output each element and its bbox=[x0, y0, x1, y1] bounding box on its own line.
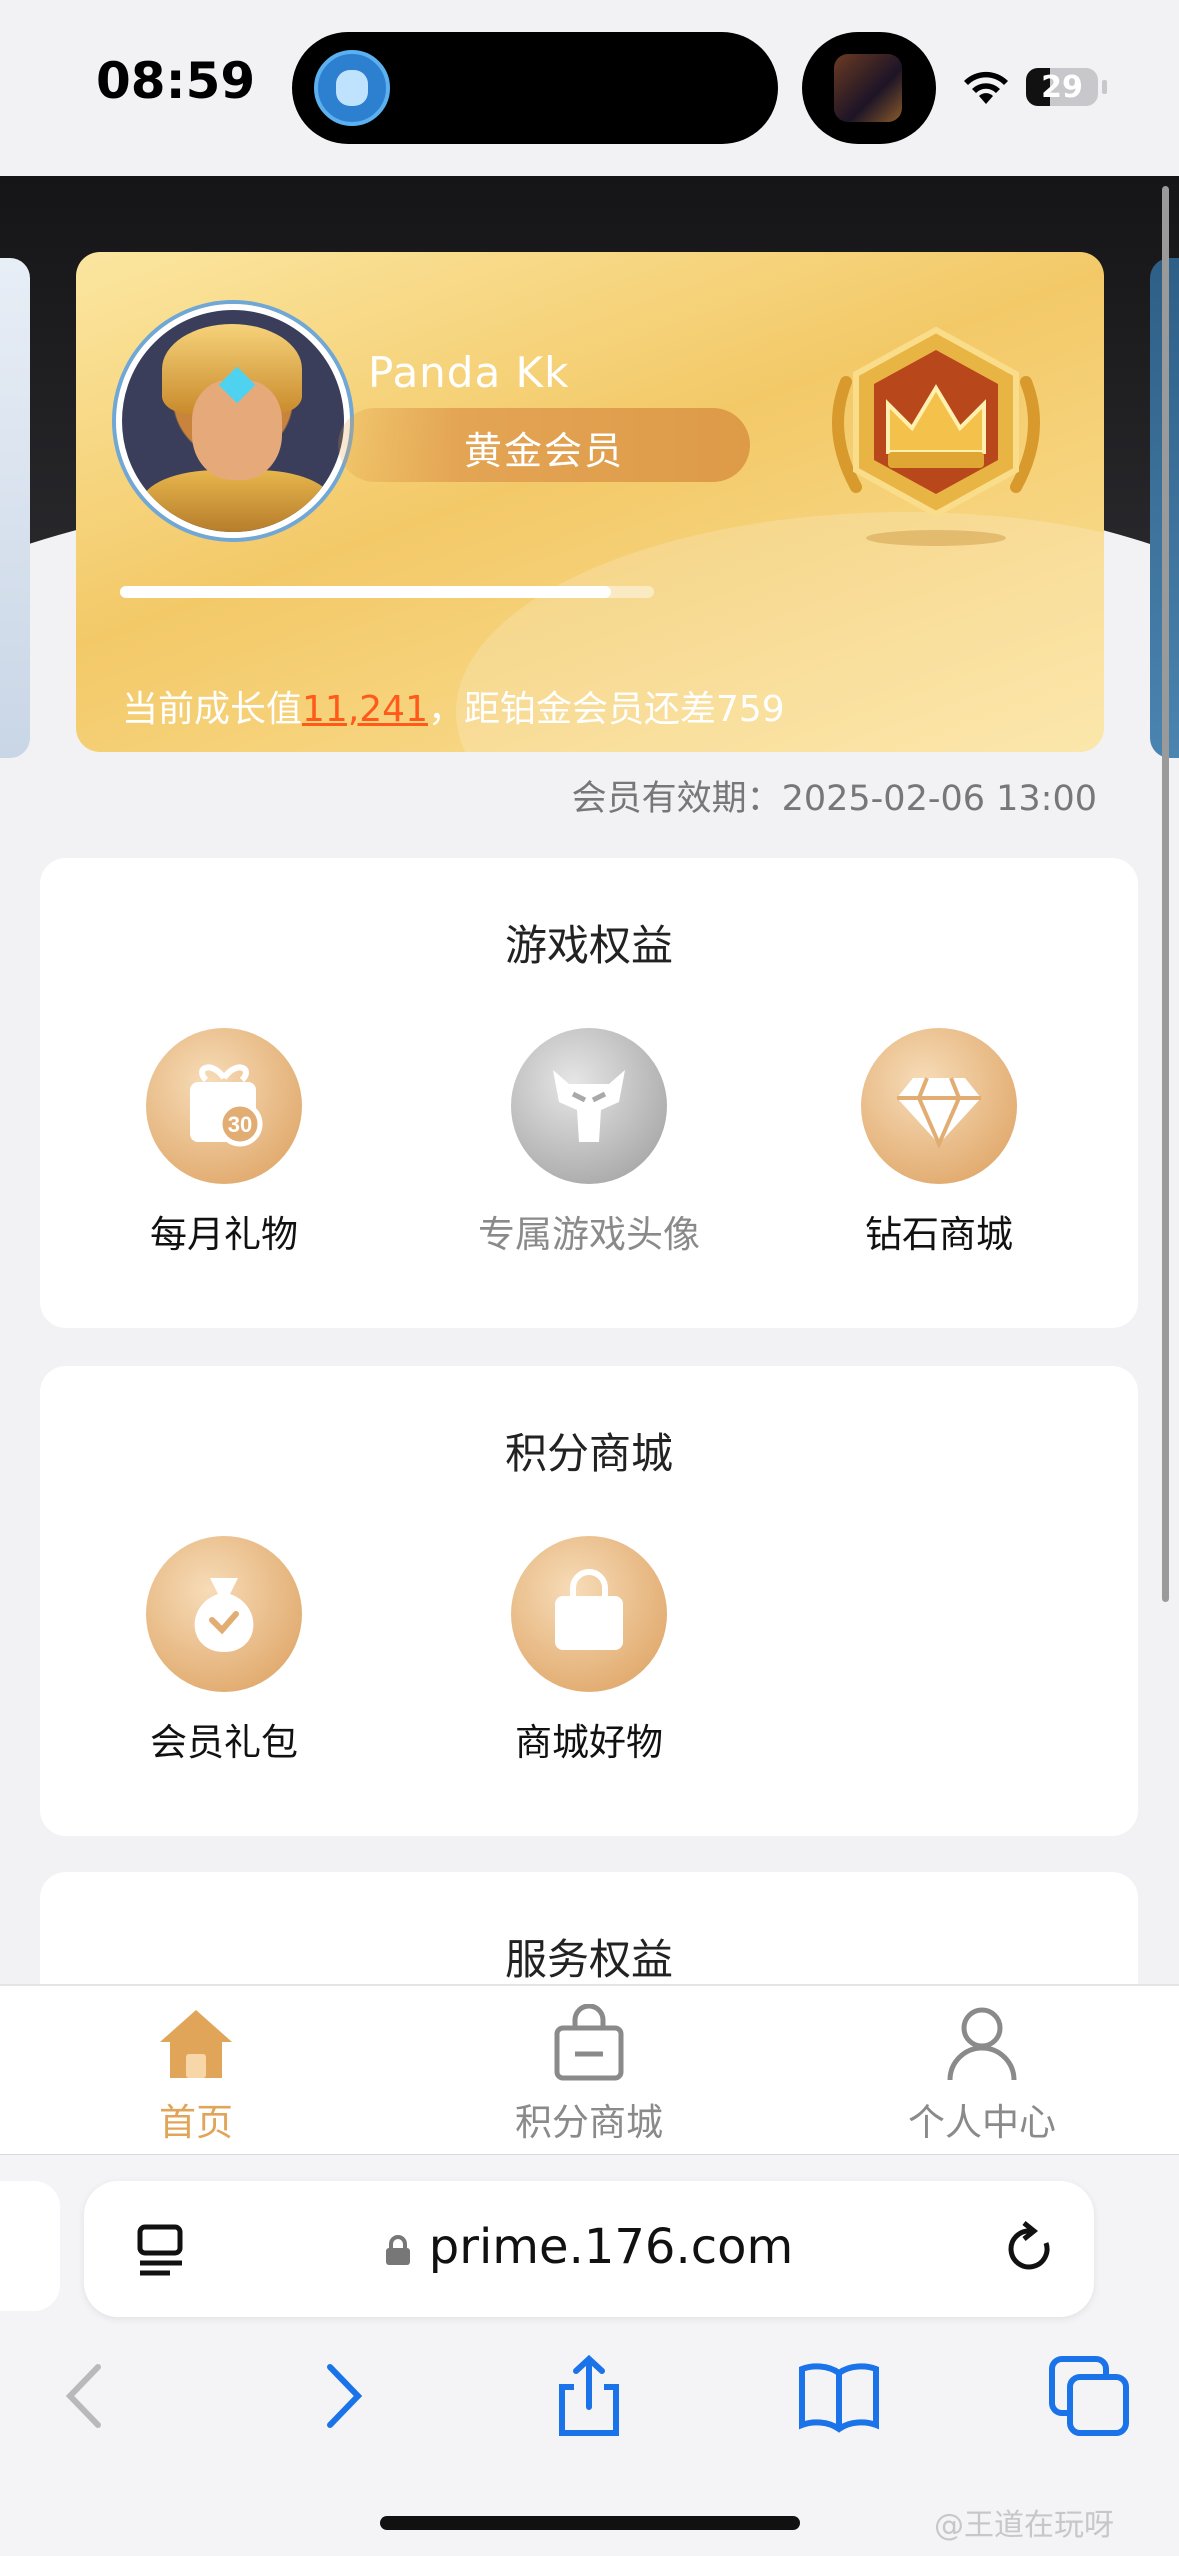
item-label: 会员礼包 bbox=[150, 1721, 298, 1764]
share-icon[interactable] bbox=[544, 2351, 634, 2441]
growth-value-link[interactable]: 11,241 bbox=[302, 689, 428, 730]
diamond-mall-item[interactable]: 钻石商城 bbox=[789, 1028, 1089, 1258]
status-bar: 08:59 29 bbox=[0, 0, 1179, 176]
money-bag-icon bbox=[146, 1536, 302, 1692]
scrollbar[interactable] bbox=[1162, 186, 1169, 1602]
svg-text:30: 30 bbox=[228, 1112, 252, 1137]
tab-points-mall[interactable]: 积分商城 bbox=[439, 2003, 739, 2146]
section-title: 游戏权益 bbox=[504, 921, 673, 970]
dynamic-island-secondary[interactable] bbox=[802, 32, 936, 144]
app-activity-icon[interactable] bbox=[314, 50, 390, 126]
points-mall-section: 积分商城 会员礼包 商城好物 bbox=[40, 1366, 1138, 1836]
tab-label: 个人中心 bbox=[908, 2101, 1056, 2144]
bookmarks-icon[interactable] bbox=[794, 2351, 884, 2441]
growth-status: 当前成长值11,241，距铂金会员还差759 bbox=[122, 689, 785, 730]
item-label: 钻石商城 bbox=[865, 1213, 1013, 1256]
forward-icon[interactable] bbox=[296, 2351, 386, 2441]
diamond-icon bbox=[861, 1028, 1017, 1184]
item-label: 每月礼物 bbox=[150, 1213, 298, 1256]
mall-goods-item[interactable]: 商城好物 bbox=[439, 1536, 739, 1766]
tab-label: 积分商城 bbox=[515, 2101, 663, 2144]
back-icon[interactable] bbox=[42, 2351, 132, 2441]
level-badge: 黄金会员 bbox=[338, 408, 750, 482]
browser-toolbar: prime.176.com bbox=[0, 2154, 1179, 2556]
game-benefits-section: 游戏权益 30 每月礼物 专属游戏头像 钻石商城 bbox=[40, 858, 1138, 1328]
gold-crown-icon bbox=[832, 326, 1040, 546]
item-label: 商城好物 bbox=[515, 1721, 663, 1764]
wifi-icon bbox=[964, 71, 1008, 104]
growth-progress-fill bbox=[120, 586, 612, 598]
section-title: 积分商城 bbox=[504, 1429, 673, 1478]
previous-level-card[interactable] bbox=[0, 258, 30, 758]
previous-tab-preview[interactable] bbox=[0, 2181, 60, 2311]
tab-label: 首页 bbox=[159, 2101, 233, 2144]
reload-icon[interactable] bbox=[1002, 2221, 1058, 2277]
membership-card[interactable]: 黄金会员 Panda Kk 当前成长值11,241，距铂金会员还差759 bbox=[76, 252, 1104, 752]
section-title: 服务权益 bbox=[504, 1935, 673, 1984]
growth-progress-bar bbox=[120, 586, 654, 598]
address-bar[interactable]: prime.176.com bbox=[84, 2181, 1094, 2317]
home-icon bbox=[160, 2010, 232, 2078]
app-tab-bar: 首页 积分商城 个人中心 bbox=[0, 1984, 1179, 2154]
battery-level: 29 bbox=[1041, 70, 1083, 105]
tab-profile[interactable]: 个人中心 bbox=[832, 2004, 1132, 2146]
gift-30-icon: 30 bbox=[146, 1028, 302, 1184]
game-activity-icon[interactable] bbox=[834, 54, 902, 122]
level-label: 黄金会员 bbox=[463, 429, 624, 473]
status-time: 08:59 bbox=[96, 52, 256, 110]
shopping-bag-icon bbox=[554, 2003, 624, 2081]
exclusive-avatar-item[interactable]: 专属游戏头像 bbox=[439, 1028, 739, 1258]
member-package-item[interactable]: 会员礼包 bbox=[74, 1536, 374, 1766]
warrior-mask-icon bbox=[511, 1028, 667, 1184]
lock-icon bbox=[385, 2235, 410, 2265]
person-icon bbox=[947, 2007, 1017, 2081]
tab-home[interactable]: 首页 bbox=[46, 2004, 346, 2146]
home-indicator[interactable] bbox=[380, 2516, 800, 2530]
item-label: 专属游戏头像 bbox=[478, 1213, 700, 1256]
tabs-icon[interactable] bbox=[1044, 2351, 1134, 2441]
membership-expiry: 会员有效期：2025-02-06 13:00 bbox=[571, 779, 1097, 819]
url-text[interactable]: prime.176.com bbox=[84, 2219, 1094, 2275]
watermark: @王道在玩呀 bbox=[934, 2508, 1114, 2543]
monthly-gift-item[interactable]: 30 每月礼物 bbox=[74, 1028, 374, 1258]
username: Panda Kk bbox=[368, 348, 570, 397]
dynamic-island[interactable] bbox=[292, 32, 778, 144]
shopping-bag-icon bbox=[511, 1536, 667, 1692]
battery-icon: 29 bbox=[1026, 68, 1098, 106]
avatar bbox=[116, 304, 350, 538]
